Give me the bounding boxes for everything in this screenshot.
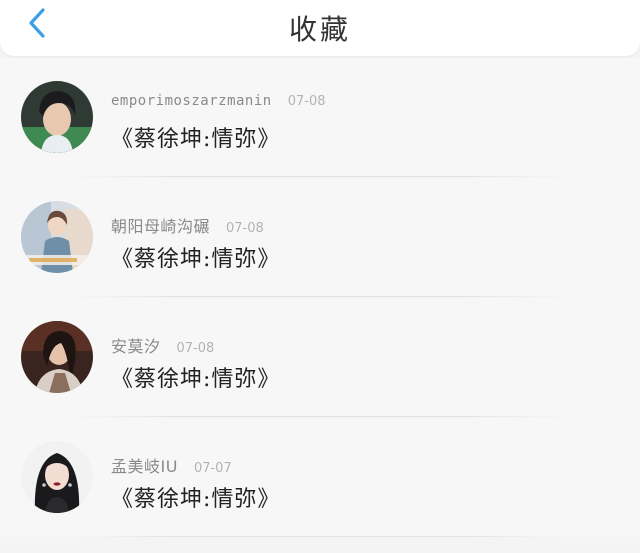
avatar[interactable] (21, 321, 93, 393)
favorites-list: emporimoszarzmanin 07-08 《蔡徐坤:情弥》 朝阳母崎沟碾… (0, 58, 640, 537)
list-item[interactable]: 安莫汐 07-08 《蔡徐坤:情弥》 (0, 298, 640, 417)
item-meta: 朝阳母崎沟碾 07-08 (111, 213, 264, 237)
item-meta: emporimoszarzmanin 07-08 (111, 93, 326, 109)
timestamp: 07-08 (176, 341, 215, 356)
favorite-title[interactable]: 《蔡徐坤:情弥》 (111, 241, 280, 273)
avatar-photo-icon (21, 441, 93, 513)
divider (80, 536, 560, 537)
favorite-title[interactable]: 《蔡徐坤:情弥》 (111, 481, 280, 513)
timestamp: 07-08 (287, 94, 326, 109)
list-item[interactable]: emporimoszarzmanin 07-08 《蔡徐坤:情弥》 (0, 58, 640, 177)
avatar-photo-icon (21, 321, 93, 393)
favorite-title[interactable]: 《蔡徐坤:情弥》 (111, 361, 280, 393)
username[interactable]: 孟美岐IU (111, 453, 178, 477)
avatar[interactable] (21, 441, 93, 513)
username[interactable]: 朝阳母崎沟碾 (111, 213, 210, 237)
item-meta: 安莫汐 07-08 (111, 333, 214, 357)
avatar[interactable] (21, 201, 93, 273)
divider (80, 176, 560, 177)
nav-bar: 收藏 (0, 0, 640, 56)
username[interactable]: 安莫汐 (111, 333, 161, 357)
item-meta: 孟美岐IU 07-07 (111, 453, 232, 477)
favorites-page: 收藏 emporimoszarzmanin 07-08 《蔡徐坤:情弥》 朝阳母… (0, 0, 640, 553)
avatar[interactable] (21, 81, 93, 153)
timestamp: 07-08 (226, 221, 264, 236)
divider (80, 296, 560, 297)
avatar-photo-icon (21, 201, 93, 273)
list-item[interactable]: 朝阳母崎沟碾 07-08 《蔡徐坤:情弥》 (0, 178, 640, 297)
avatar-photo-icon (21, 81, 93, 153)
page-title: 收藏 (288, 13, 351, 46)
timestamp: 07-07 (193, 461, 232, 476)
list-item[interactable]: 孟美岐IU 07-07 《蔡徐坤:情弥》 (0, 418, 640, 537)
favorite-title[interactable]: 《蔡徐坤:情弥》 (111, 121, 280, 153)
divider (80, 416, 560, 417)
username[interactable]: emporimoszarzmanin (111, 93, 272, 109)
